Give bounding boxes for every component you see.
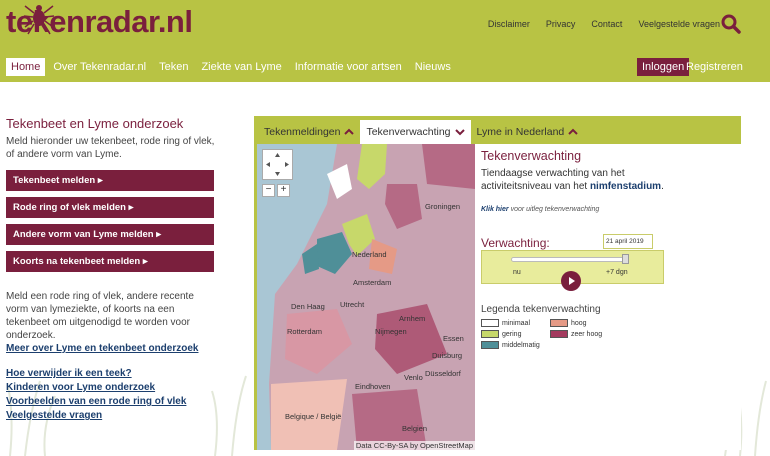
- map-label: Nijmegen: [375, 327, 407, 336]
- legend-swatch: [481, 341, 499, 349]
- chevron-up-icon: [568, 128, 578, 135]
- explanation-link[interactable]: Klik hier: [481, 206, 509, 213]
- pan-arrows-icon: [266, 153, 289, 176]
- map-label: Eindhoven: [355, 382, 391, 391]
- map-label: Rotterdam: [287, 327, 323, 336]
- report-other-lyme-button[interactable]: Andere vorm van Lyme melden ▸: [6, 224, 214, 245]
- legend-item: zeer hoog: [550, 330, 602, 338]
- nav-over[interactable]: Over Tekenradar.nl: [48, 58, 151, 76]
- contact-link[interactable]: Contact: [591, 19, 622, 29]
- legend-swatch: [550, 319, 568, 327]
- login-button[interactable]: Inloggen: [637, 58, 690, 76]
- map-label: Amsterdam: [353, 278, 392, 287]
- map-label: Duisburg: [432, 351, 463, 360]
- nav-nieuws[interactable]: Nieuws: [410, 58, 456, 76]
- forecast-slider[interactable]: [511, 257, 629, 262]
- legend-swatch: [550, 330, 568, 338]
- tab-label: Tekenmeldingen: [264, 126, 341, 138]
- map-label: Düsseldorf: [425, 369, 461, 378]
- desc-bold: nimfenstadium: [589, 181, 662, 192]
- legend-swatch: [481, 319, 499, 327]
- left-column: Tekenbeet en Lyme onderzoek Meld hierond…: [6, 116, 218, 423]
- map-pan-control[interactable]: [262, 149, 293, 180]
- research-more-link[interactable]: Meer over Lyme en tekenbeet onderzoek: [6, 342, 218, 355]
- map-label: Utrecht: [340, 300, 365, 309]
- legend-title: Legenda tekenverwachting: [481, 304, 601, 315]
- legend-label: hoog: [571, 319, 587, 327]
- chevron-down-icon: [454, 129, 465, 136]
- report-red-ring-button[interactable]: Rode ring of vlek melden ▸: [6, 197, 214, 218]
- explanation-hint: Klik hier voor uitleg tekenverwachting: [481, 206, 599, 213]
- map-label: Groningen: [425, 202, 461, 211]
- legend-label: middelmatig: [502, 341, 540, 349]
- register-link[interactable]: Registreren: [686, 58, 743, 76]
- privacy-link[interactable]: Privacy: [546, 19, 576, 29]
- map-label: Essen: [443, 334, 464, 343]
- tab-label: Lyme in Nederland: [476, 126, 565, 138]
- report-tick-bite-button[interactable]: Tekenbeet melden ▸: [6, 170, 214, 191]
- research-text: Meld een rode ring of vlek, andere recen…: [6, 290, 218, 355]
- forecast-date: 21 april 2019: [603, 234, 653, 249]
- link-children-research[interactable]: Kinderen voor Lyme onderzoek: [6, 381, 218, 395]
- panel-description: Tiendaagse verwachting van het activitei…: [481, 167, 681, 193]
- tab-lyme-in-nederland[interactable]: Lyme in Nederland: [471, 120, 585, 144]
- legend-item: hoog: [550, 319, 587, 327]
- top-links: Disclaimer Privacy Contact Veelgestelde …: [488, 19, 720, 29]
- map-label: Arnhem: [399, 314, 426, 323]
- legend-label: minimaal: [502, 319, 531, 327]
- nav-home[interactable]: Home: [6, 58, 46, 76]
- intro-text: Meld hieronder uw tekenbeet, rode ring o…: [6, 136, 215, 160]
- legend-swatch: [481, 330, 499, 338]
- map-label: Den Haag: [291, 302, 325, 311]
- legend-label: zeer hoog: [571, 330, 603, 338]
- zoom-out-button[interactable]: −: [262, 184, 275, 197]
- nav-informatie-artsen[interactable]: Informatie voor artsen: [290, 58, 407, 76]
- page-title: Tekenbeet en Lyme onderzoek: [6, 116, 184, 131]
- chevron-up-icon: [344, 128, 355, 135]
- search-icon[interactable]: [721, 14, 741, 34]
- legend-label: gering: [502, 330, 522, 338]
- tab-tekenverwachting[interactable]: Tekenverwachting: [360, 120, 471, 144]
- widget-tabs: Tekenmeldingen Tekenverwachting Lyme in …: [258, 120, 584, 144]
- link-remove-tick[interactable]: Hoe verwijder ik een teek?: [6, 367, 218, 381]
- map-label: Belgien: [402, 424, 428, 433]
- panel-title: Tekenverwachting: [481, 149, 582, 163]
- forecast-label: Verwachting:: [481, 236, 550, 250]
- play-button[interactable]: [561, 271, 581, 291]
- tab-tekenmeldingen[interactable]: Tekenmeldingen: [258, 120, 360, 144]
- slider-min-label: nu: [513, 269, 521, 276]
- tick-widget: Tekenmeldingen Tekenverwachting Lyme in …: [254, 116, 741, 450]
- slider-handle[interactable]: [622, 254, 629, 264]
- map-label: Belgique / België: [285, 412, 342, 421]
- tab-label: Tekenverwachting: [366, 126, 451, 138]
- info-links: Hoe verwijder ik een teek? Kinderen voor…: [6, 367, 218, 423]
- slider-max-label: +7 dgn: [606, 269, 628, 276]
- disclaimer-link[interactable]: Disclaimer: [488, 19, 530, 29]
- legend-item: middelmatig: [481, 341, 540, 349]
- main-nav: Home Over Tekenradar.nl Teken Ziekte van…: [6, 58, 459, 76]
- faq-link[interactable]: Veelgestelde vragen: [638, 19, 720, 29]
- desc-suffix: .: [661, 181, 664, 192]
- map-label: Nederland: [352, 250, 387, 259]
- research-text-body: Meld een rode ring of vlek, andere recen…: [6, 291, 194, 341]
- forecast-map[interactable]: − + Groningen Nederland Amsterdam Den Ha…: [257, 144, 475, 450]
- zoom-in-button[interactable]: +: [277, 184, 290, 197]
- report-fever-button[interactable]: Koorts na tekenbeet melden ▸: [6, 251, 214, 272]
- report-buttons: Tekenbeet melden ▸ Rode ring of vlek mel…: [6, 170, 218, 272]
- legend-item: minimaal: [481, 319, 530, 327]
- header: tekenradar.nl Disclaimer Privacy Contact…: [0, 0, 770, 82]
- map-attribution[interactable]: Data CC-By-SA by OpenStreetMap: [353, 441, 475, 450]
- legend-item: gering: [481, 330, 521, 338]
- hint-text: voor uitleg tekenverwachting: [508, 206, 600, 213]
- nav-teken[interactable]: Teken: [154, 58, 193, 76]
- link-faq[interactable]: Veelgestelde vragen: [6, 409, 218, 423]
- forecast-panel: Tekenverwachting Tiendaagse verwachting …: [475, 144, 741, 450]
- link-red-ring-examples[interactable]: Voorbeelden van een rode ring of vlek: [6, 395, 218, 409]
- map-label: Venlo: [404, 373, 423, 382]
- nav-ziekte-van-lyme[interactable]: Ziekte van Lyme: [196, 58, 286, 76]
- tick-icon: [23, 5, 55, 35]
